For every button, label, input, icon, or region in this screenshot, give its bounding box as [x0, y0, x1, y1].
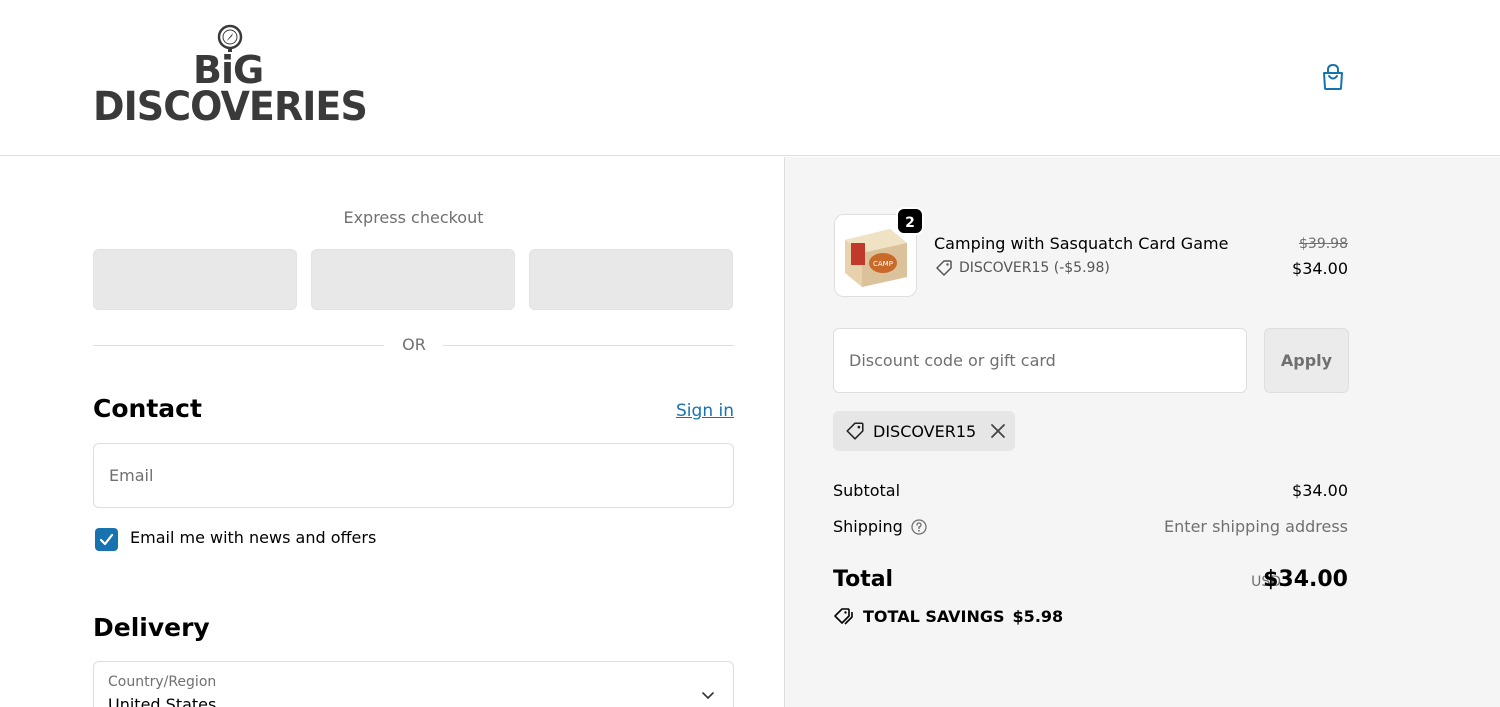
total-value: $34.00 [1263, 567, 1348, 592]
country-select[interactable]: Country/Region United States [93, 661, 734, 707]
divider-left [93, 345, 384, 346]
shopping-bag-icon[interactable] [1318, 62, 1348, 92]
total-savings: TOTAL SAVINGS $5.98 [833, 606, 1063, 626]
applied-discount-chip: DISCOVER15 [833, 411, 1015, 451]
divider-right [443, 345, 734, 346]
sign-in-link[interactable]: Sign in [660, 401, 734, 421]
savings-value: $5.98 [1012, 606, 1064, 626]
delivery-heading: Delivery [93, 613, 210, 642]
savings-label: TOTAL SAVINGS [863, 606, 1005, 626]
item-final-price: $34.00 [1292, 259, 1348, 278]
item-quantity-badge: 2 [896, 207, 924, 235]
tag-icon [936, 260, 952, 276]
email-placeholder: Email [109, 466, 154, 485]
svg-text:CAMP: CAMP [873, 260, 893, 268]
item-discount: DISCOVER15 (-$5.98) [935, 259, 1110, 277]
contact-heading: Contact [93, 394, 202, 423]
country-label: Country/Region [108, 674, 217, 690]
applied-code: DISCOVER15 [873, 421, 977, 441]
store-logo[interactable]: BiG DISCOVERIES [93, 24, 368, 130]
help-icon[interactable] [911, 518, 927, 535]
newsletter-label: Email me with news and offers [130, 528, 377, 547]
shipping-value: Enter shipping address [1164, 517, 1348, 536]
item-discount-text: DISCOVER15 (-$5.98) [959, 260, 1110, 276]
checkout-form: Express checkout OR Contact Sign in Emai… [0, 157, 784, 707]
item-original-price: $39.98 [1299, 236, 1348, 252]
checkout-header: BiG DISCOVERIES [0, 0, 1500, 156]
express-pay-button-1[interactable] [93, 249, 297, 310]
shipping-row: Shipping [833, 517, 927, 536]
total-label: Total [833, 567, 894, 592]
remove-discount-icon[interactable] [990, 423, 1006, 439]
savings-tag-icon [834, 608, 853, 625]
newsletter-checkbox[interactable] [95, 528, 118, 551]
discount-placeholder: Discount code or gift card [849, 351, 1056, 370]
checkmark-icon [99, 533, 114, 546]
express-pay-button-2[interactable] [311, 249, 515, 310]
or-divider-text: OR [402, 335, 426, 354]
apply-button[interactable]: Apply [1264, 328, 1349, 393]
item-name: Camping with Sasquatch Card Game [934, 234, 1229, 253]
express-checkout-title: Express checkout [343, 208, 484, 227]
shipping-label: Shipping [833, 517, 903, 536]
tag-icon [846, 422, 864, 440]
logo-text-discoveries: DISCOVERIES [93, 84, 368, 130]
country-value: United States [108, 695, 217, 707]
subtotal-value: $34.00 [1292, 481, 1348, 500]
discount-code-input[interactable]: Discount code or gift card [833, 328, 1247, 393]
subtotal-label: Subtotal [833, 481, 901, 500]
chevron-down-icon [702, 692, 714, 700]
order-summary: CAMP 2 Camping with Sasquatch Card Game … [784, 157, 1500, 707]
email-field[interactable]: Email [93, 443, 734, 508]
express-pay-button-3[interactable] [529, 249, 733, 310]
